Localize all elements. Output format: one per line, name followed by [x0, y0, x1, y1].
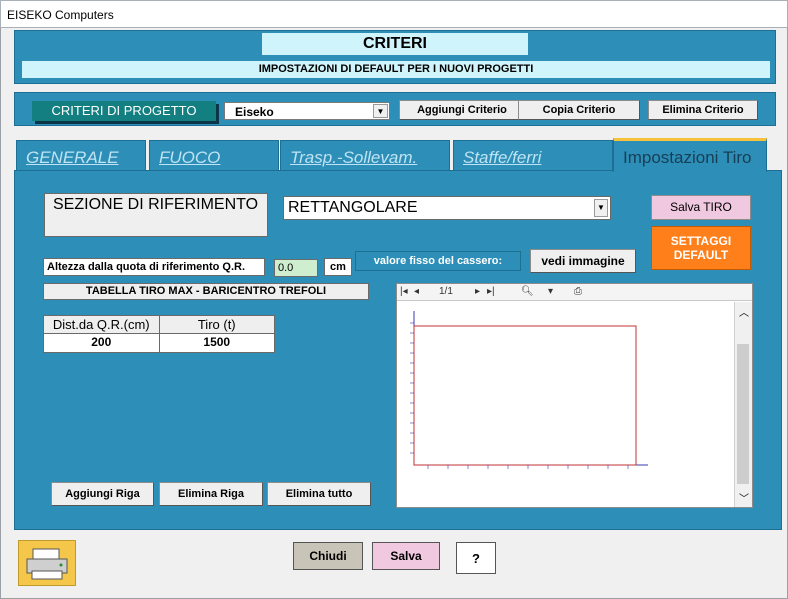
chevron-down-icon[interactable]: ▾ [548, 286, 553, 297]
close-button[interactable]: Chiudi [293, 542, 363, 570]
settaggi-line-2: DEFAULT [673, 248, 729, 262]
tab-generale[interactable]: GENERALE [16, 140, 146, 172]
delete-criterion-button[interactable]: Elimina Criterio [648, 100, 758, 120]
add-row-button[interactable]: Aggiungi Riga [51, 482, 154, 506]
criteria-select-value: Eiseko [235, 105, 274, 119]
altezza-input[interactable]: 0.0 [274, 259, 318, 277]
page-subtitle: IMPOSTAZIONI DI DEFAULT PER I NUOVI PROG… [22, 61, 770, 78]
save-button[interactable]: Salva [372, 542, 440, 570]
altezza-label: Altezza dalla quota di riferimento Q.R. [43, 258, 265, 276]
settaggi-line-1: SETTAGGI [670, 234, 732, 248]
title-bar: EISEKO Computers [0, 0, 788, 28]
delete-row-button[interactable]: Elimina Riga [159, 482, 263, 506]
print-icon[interactable]: ⎙ [574, 286, 582, 297]
viewer-toolbar: |◂ ◂ 1/1 ▸ ▸| 🔍︎ ▾ ⎙ [397, 284, 752, 301]
scrollbar-thumb[interactable] [737, 344, 749, 484]
table-cell[interactable]: 200 [44, 334, 160, 352]
add-criterion-button[interactable]: Aggiungi Criterio [399, 100, 525, 120]
chevron-down-icon[interactable]: ▼ [594, 199, 608, 217]
delete-all-button[interactable]: Elimina tutto [267, 482, 371, 506]
page-title: CRITERI [262, 33, 528, 55]
chevron-up-icon[interactable]: ︿ [739, 304, 749, 319]
sezione-label: SEZIONE DI RIFERIMENTO [44, 193, 268, 237]
vedi-immagine-button[interactable]: vedi immagine [530, 249, 636, 273]
valore-fisso-label: valore fisso del cassero: [355, 251, 521, 271]
default-settings-button[interactable]: SETTAGGI DEFAULT [651, 226, 751, 270]
help-button[interactable]: ? [456, 542, 496, 574]
tab-impostazioni-tiro[interactable]: Impostazioni Tiro [613, 138, 767, 172]
save-tiro-button[interactable]: Salva TIRO [651, 195, 751, 220]
tabella-tiro-label: TABELLA TIRO MAX - BARICENTRO TREFOLI [43, 283, 369, 300]
viewer-scrollbar[interactable]: ︿ ﹀ [734, 302, 752, 507]
chevron-down-icon[interactable]: ﹀ [739, 490, 749, 505]
page-indicator: 1/1 [439, 286, 453, 297]
printer-icon [26, 548, 68, 580]
tab-trasp-sollevam[interactable]: Trasp.-Sollevam. [280, 140, 450, 172]
prev-page-icon[interactable]: ◂ [414, 286, 419, 297]
print-button[interactable] [18, 540, 76, 586]
next-page-icon[interactable]: ▸ [475, 286, 480, 297]
tab-staffe-ferri[interactable]: Staffe/ferri [453, 140, 613, 172]
table-cell[interactable]: 1500 [160, 334, 275, 352]
chevron-down-icon[interactable]: ▼ [373, 104, 388, 118]
sezione-select[interactable]: RETTANGOLARE ▼ [283, 196, 611, 220]
sezione-select-value: RETTANGOLARE [288, 199, 418, 216]
last-page-icon[interactable]: ▸| [487, 286, 495, 297]
criteria-label: CRITERI DI PROGETTO [32, 101, 216, 121]
table-row[interactable]: 200 1500 [44, 334, 274, 352]
copy-criterion-button[interactable]: Copia Criterio [518, 100, 640, 120]
tab-fuoco[interactable]: FUOCO [149, 140, 279, 172]
table-header: Dist.da Q.R.(cm) [44, 316, 160, 333]
table-header: Tiro (t) [197, 317, 236, 332]
table-header-row: Dist.da Q.R.(cm) Tiro (t) [44, 316, 274, 334]
criteria-select[interactable]: Eiseko ▼ [224, 102, 390, 120]
window-title: EISEKO Computers [7, 8, 114, 22]
tiro-table[interactable]: Dist.da Q.R.(cm) Tiro (t) 200 1500 [43, 315, 275, 353]
first-page-icon[interactable]: |◂ [400, 286, 408, 297]
preview-image [410, 311, 648, 469]
unit-label: cm [324, 258, 352, 276]
zoom-icon[interactable]: 🔍︎ [521, 286, 534, 297]
